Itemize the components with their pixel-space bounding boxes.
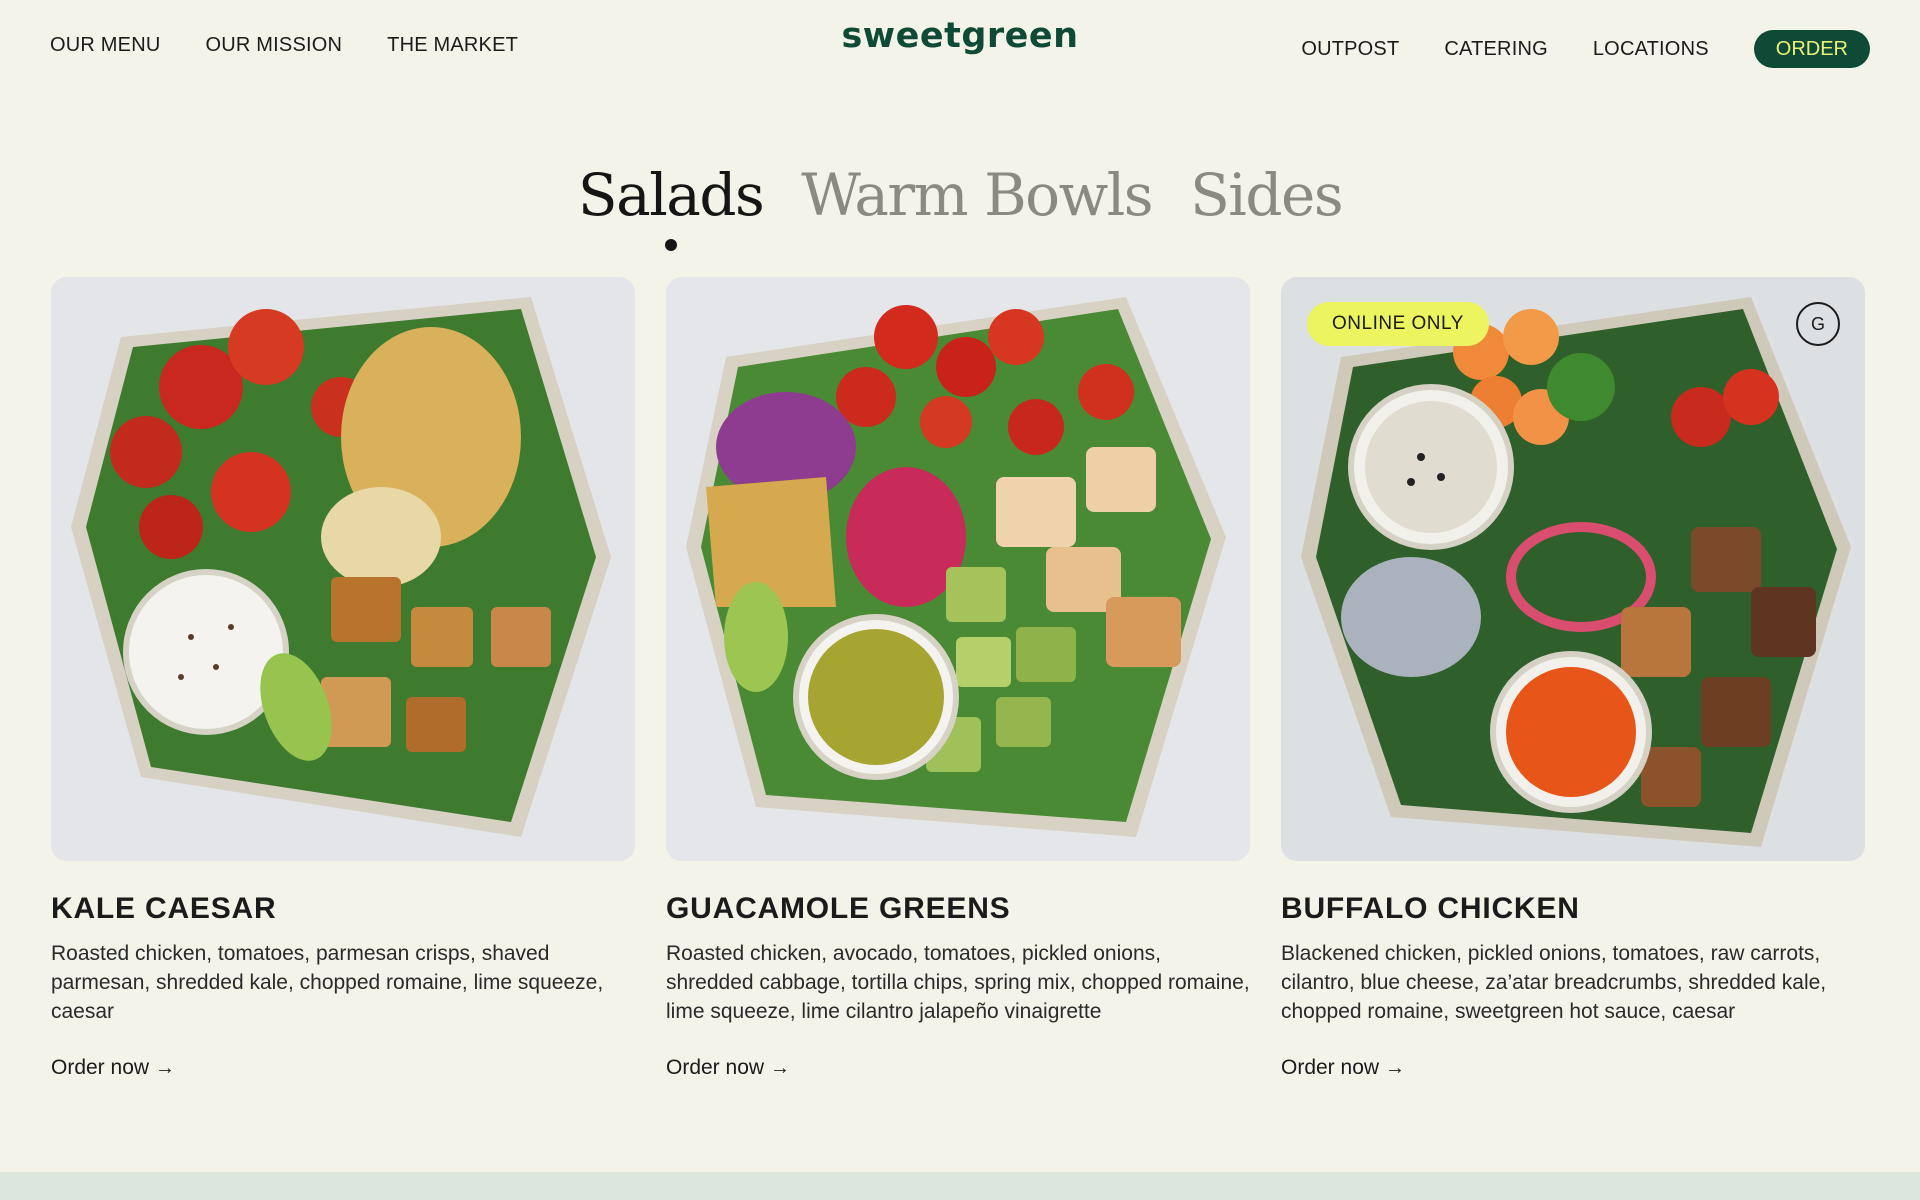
guacamole-greens-image[interactable]: [666, 277, 1250, 861]
order-now-link[interactable]: Order now →: [1281, 1056, 1405, 1080]
active-tab-indicator: [664, 239, 677, 251]
online-only-badge: ONLINE ONLY: [1307, 302, 1489, 346]
category-tabs: Salads Warm Bowls Sides: [0, 155, 1920, 251]
arrow-right-icon: →: [1385, 1056, 1406, 1079]
product-card-buffalo-chicken: ONLINE ONLY G BUFFALO CHICKEN Blackened …: [1281, 277, 1865, 1080]
arrow-right-icon: →: [155, 1056, 176, 1079]
product-card-guacamole-greens: GUACAMOLE GREENS Roasted chicken, avocad…: [666, 277, 1250, 1080]
tab-salads[interactable]: Salads: [577, 155, 765, 251]
product-title: GUACAMOLE GREENS: [666, 892, 1011, 925]
order-button[interactable]: ORDER: [1753, 30, 1870, 68]
nav-outpost[interactable]: OUTPOST: [1301, 34, 1399, 64]
salad-bowl-illustration: [1281, 277, 1865, 861]
tab-label: Salads: [577, 161, 765, 229]
menu-page: OUR MENU OUR MISSION THE MARKET sweetgre…: [0, 0, 1920, 1200]
salad-bowl-illustration: [51, 277, 635, 861]
product-description: Blackened chicken, pickled onions, tomat…: [1281, 942, 1827, 1023]
order-now-link[interactable]: Order now →: [51, 1056, 175, 1080]
tab-warm-bowls[interactable]: Warm Bowls: [801, 155, 1153, 235]
order-now-label: Order now: [1281, 1056, 1380, 1079]
product-card-kale-caesar: KALE CAESAR Roasted chicken, tomatoes, p…: [51, 277, 635, 1080]
tab-label: Warm Bowls: [801, 161, 1153, 229]
tab-label: Sides: [1190, 161, 1344, 229]
order-now-link[interactable]: Order now →: [666, 1056, 790, 1080]
product-title: KALE CAESAR: [51, 892, 277, 925]
buffalo-chicken-image[interactable]: ONLINE ONLY G: [1281, 277, 1865, 861]
order-now-label: Order now: [666, 1056, 765, 1079]
nav-catering[interactable]: CATERING: [1444, 34, 1547, 64]
product-description: Roasted chicken, tomatoes, parmesan cris…: [51, 942, 604, 1023]
product-description: Roasted chicken, avocado, tomatoes, pick…: [666, 942, 1250, 1023]
dietary-tag-badge: G: [1796, 302, 1840, 346]
product-title: BUFFALO CHICKEN: [1281, 892, 1580, 925]
tab-sides[interactable]: Sides: [1190, 155, 1344, 235]
footer-band: [0, 1172, 1920, 1200]
salad-cards: KALE CAESAR Roasted chicken, tomatoes, p…: [51, 277, 1865, 1080]
order-now-label: Order now: [51, 1056, 150, 1079]
arrow-right-icon: →: [770, 1056, 791, 1079]
nav-locations[interactable]: LOCATIONS: [1593, 34, 1709, 64]
kale-caesar-image[interactable]: [51, 277, 635, 861]
salad-bowl-illustration: [666, 277, 1250, 861]
primary-nav-right: OUTPOST CATERING LOCATIONS ORDER: [1256, 30, 1870, 68]
